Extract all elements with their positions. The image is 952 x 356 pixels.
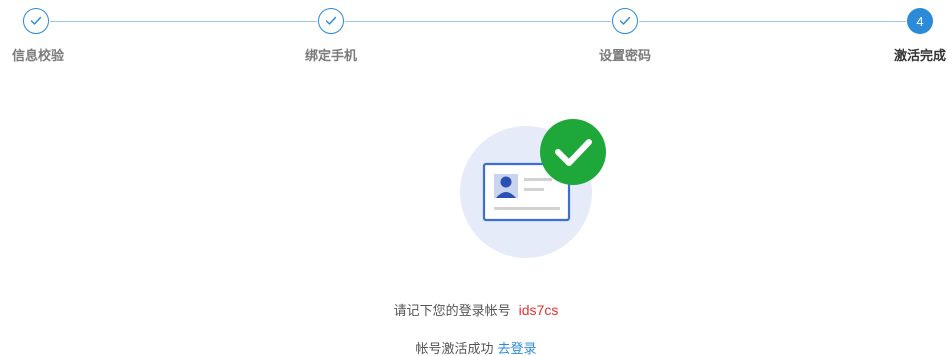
step-3-check-icon — [612, 8, 638, 34]
activation-page: 信息校验 绑定手机 设置密码 4 激活完成 请记下您的登录帐号 ids7cs 帐… — [0, 0, 952, 356]
username-value: ids7cs — [518, 302, 559, 318]
step-4-number: 4 — [907, 8, 933, 34]
step-3-label: 设置密码 — [598, 49, 651, 64]
login-link[interactable]: 去登录 — [498, 342, 537, 356]
success-text: 帐号激活成功 — [415, 342, 494, 356]
step-2-check-icon — [318, 8, 344, 34]
account-info: 请记下您的登录帐号 ids7cs — [0, 300, 952, 319]
step-4-label: 激活完成 — [893, 49, 946, 64]
step-2-label: 绑定手机 — [304, 49, 357, 64]
step-connector — [50, 21, 317, 22]
step-1-check-icon — [23, 8, 49, 34]
step-connector — [345, 21, 611, 22]
account-prompt: 请记下您的登录帐号 — [393, 304, 511, 319]
step-1-label: 信息校验 — [11, 49, 64, 64]
activation-success-message: 帐号激活成功 去登录 — [0, 338, 952, 356]
id-card-success-icon — [460, 116, 610, 261]
step-connector — [639, 21, 906, 22]
